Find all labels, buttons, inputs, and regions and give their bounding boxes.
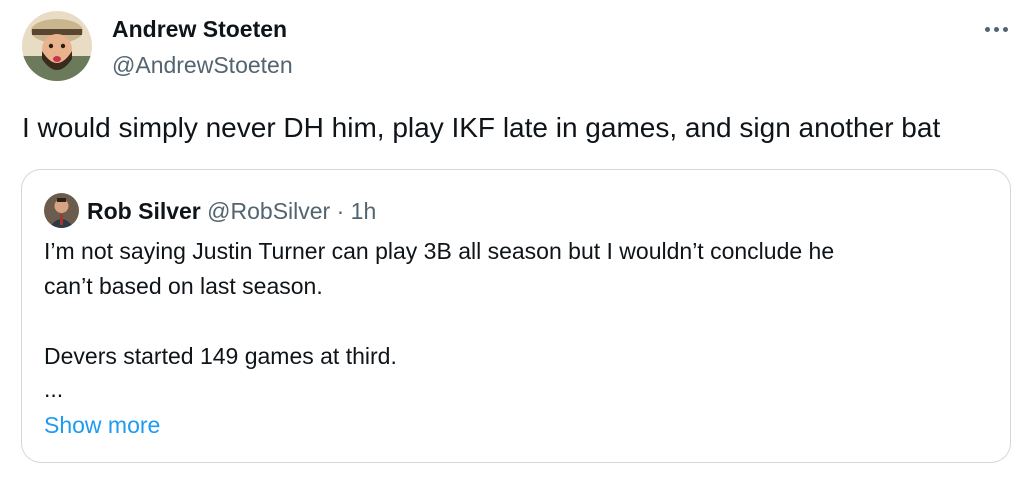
quoted-tweet-card[interactable]: Rob Silver @RobSilver · 1h I’m not sayin… [21, 169, 1011, 463]
quoted-separator: · [336, 198, 345, 224]
author-avatar[interactable] [22, 11, 92, 81]
author-name[interactable]: Andrew Stoeten [112, 14, 287, 44]
tweet-text: I would simply never DH him, play IKF la… [22, 112, 941, 143]
more-options-icon[interactable] [982, 18, 1012, 40]
show-more-link[interactable]: Show more [44, 410, 160, 440]
quoted-header: Rob Silver @RobSilver · 1h [87, 196, 376, 226]
quoted-line: can’t based on last season. [44, 273, 323, 299]
quoted-line: I’m not saying Justin Turner can play 3B… [44, 238, 835, 264]
quoted-author-avatar [44, 193, 79, 228]
quoted-author-handle: @RobSilver [207, 198, 331, 224]
quoted-line: Devers started 149 games at third. [44, 343, 397, 369]
quoted-line: ... [44, 376, 64, 402]
quoted-tweet-text: I’m not saying Justin Turner can play 3B… [44, 234, 994, 404]
author-handle[interactable]: @AndrewStoeten [112, 50, 293, 80]
quoted-timestamp[interactable]: 1h [351, 198, 377, 224]
quoted-author-name: Rob Silver [87, 198, 201, 224]
